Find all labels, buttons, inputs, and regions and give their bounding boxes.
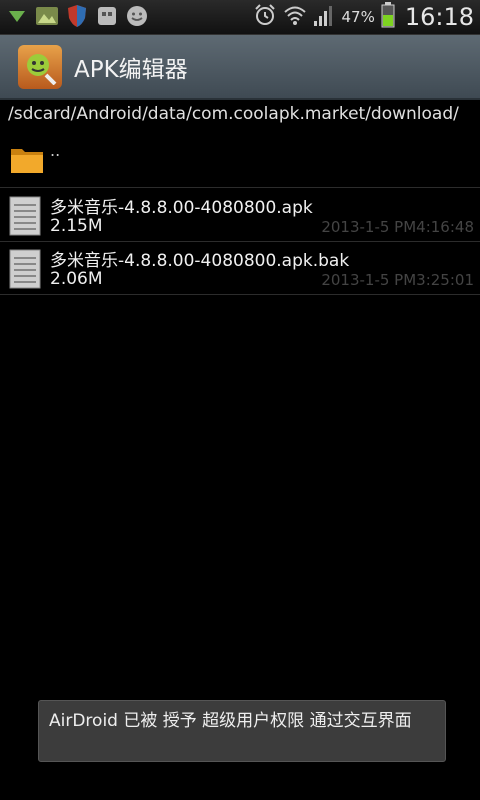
parent-folder-label: .. xyxy=(50,141,61,160)
alarm-icon xyxy=(253,3,277,31)
app-title: APK编辑器 xyxy=(74,56,188,83)
notification-icons xyxy=(4,3,150,29)
download-icon xyxy=(4,3,30,29)
app-title-bar: APK编辑器 xyxy=(0,35,480,100)
smiley-icon xyxy=(124,3,150,29)
file-date: 2013-1-5 PM3:25:01 xyxy=(321,271,474,289)
file-date: 2013-1-5 PM4:16:48 xyxy=(321,218,474,236)
signal-icon xyxy=(313,3,335,31)
battery-icon xyxy=(381,2,395,32)
wifi-icon xyxy=(283,3,307,31)
file-size: 2.15M xyxy=(50,216,103,236)
parent-folder-row[interactable]: .. xyxy=(0,135,480,188)
file-row[interactable]: 多米音乐-4.8.8.00-4080800.apk.bak 2.06M 2013… xyxy=(0,242,480,295)
file-icon xyxy=(9,196,41,240)
battery-percent: 47% xyxy=(341,8,375,26)
folder-icon xyxy=(10,143,44,179)
status-bar: 47% 16:18 xyxy=(0,0,480,35)
photo-icon xyxy=(34,3,60,29)
notification-icon xyxy=(94,3,120,29)
file-name: 多米音乐-4.8.8.00-4080800.apk.bak xyxy=(50,251,350,271)
file-size: 2.06M xyxy=(50,269,103,289)
file-name: 多米音乐-4.8.8.00-4080800.apk xyxy=(50,198,313,218)
clock: 16:18 xyxy=(404,3,474,31)
file-row[interactable]: 多米音乐-4.8.8.00-4080800.apk 2.15M 2013-1-5… xyxy=(0,189,480,242)
apk-editor-icon[interactable] xyxy=(18,44,62,89)
current-path: /sdcard/Android/data/com.coolapk.market/… xyxy=(8,104,459,124)
system-icons: 47% 16:18 xyxy=(253,2,474,32)
toast-message: AirDroid 已被 授予 超级用户权限 通过交互界面 xyxy=(38,700,446,762)
file-icon xyxy=(9,249,41,293)
shield-icon xyxy=(64,3,90,29)
